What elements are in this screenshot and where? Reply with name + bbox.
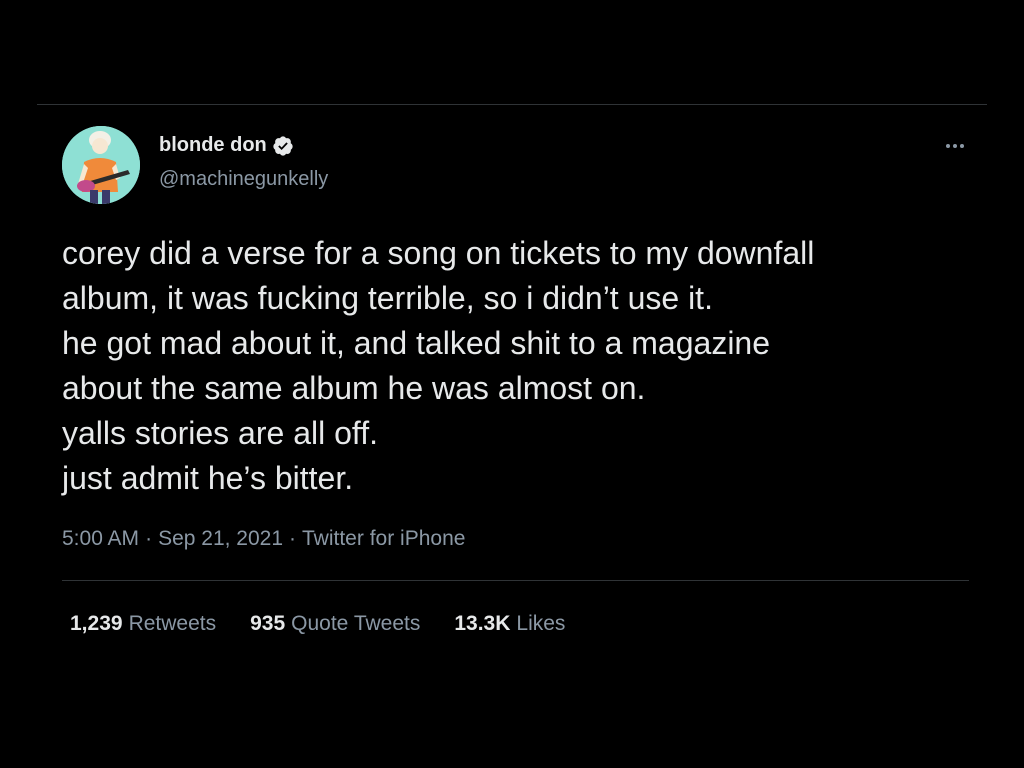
likes-label: Likes	[516, 612, 566, 635]
author-name-row[interactable]: blonde don	[159, 134, 294, 157]
meta-separator: ·	[145, 527, 153, 550]
retweets-label: Retweets	[128, 612, 217, 635]
quote-tweets-stat[interactable]: 935 Quote Tweets	[250, 612, 420, 636]
tweet-line: about the same album he was almost on.	[62, 370, 646, 406]
tweet-line: just admit he’s bitter.	[62, 460, 354, 496]
avatar-illustration	[62, 126, 140, 204]
retweets-stat[interactable]: 1,239 Retweets	[70, 612, 216, 636]
tweet-line: he got mad about it, and talked shit to …	[62, 325, 771, 361]
verified-badge-icon	[272, 135, 294, 157]
tweet-date[interactable]: Sep 21, 2021	[158, 527, 283, 551]
quote-tweets-label: Quote Tweets	[291, 612, 421, 635]
tweet-line: yalls stories are all off.	[62, 415, 378, 451]
retweets-count: 1,239	[70, 612, 123, 635]
likes-stat[interactable]: 13.3K Likes	[454, 612, 565, 636]
tweet-time[interactable]: 5:00 AM	[62, 527, 139, 551]
tweet-source[interactable]: Twitter for iPhone	[302, 527, 465, 551]
meta-separator: ·	[289, 527, 297, 550]
tweet-line: album, it was fucking terrible, so i did…	[62, 280, 713, 316]
stats-divider	[62, 580, 969, 581]
tweet-stats: 1,239 Retweets 935 Quote Tweets 13.3K Likes	[70, 612, 565, 636]
display-name[interactable]: blonde don	[159, 134, 267, 157]
quote-tweets-count: 935	[250, 612, 286, 635]
tweet-meta: 5:00 AM · Sep 21, 2021 · Twitter for iPh…	[62, 527, 465, 551]
likes-count: 13.3K	[454, 612, 511, 635]
author-handle[interactable]: @machinegunkelly	[159, 168, 328, 191]
tweet-line: corey did a verse for a song on tickets …	[62, 235, 815, 271]
avatar[interactable]	[62, 126, 140, 204]
more-options-icon[interactable]	[940, 136, 970, 156]
top-divider	[37, 104, 987, 105]
tweet-text: corey did a verse for a song on tickets …	[62, 231, 982, 501]
